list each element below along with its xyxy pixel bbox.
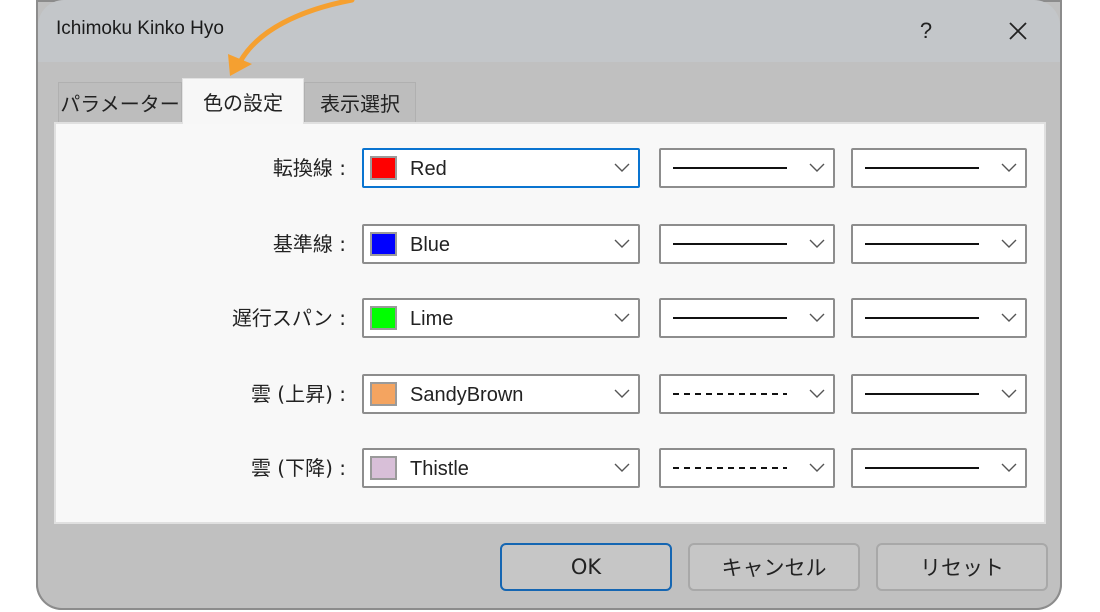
color-name: Blue [410,234,451,256]
line-style-select[interactable] [659,298,835,338]
line-style-select[interactable] [659,448,835,488]
color-select[interactable]: Blue [362,224,640,264]
chevron-down-icon [614,463,630,472]
color-name: Red [410,158,447,180]
color-select[interactable]: Red [362,148,640,188]
color-swatch [370,306,397,330]
row-label: 雲 (下降) : [250,456,346,480]
solid-line-icon [865,317,979,319]
ok-button[interactable]: OK [500,543,672,591]
reset-button[interactable]: リセット [876,543,1048,591]
color-swatch [370,156,397,180]
solid-line-icon [865,393,979,395]
title-bar: Ichimoku Kinko Hyo ? [38,0,1060,62]
color-settings-panel: 転換線 : Red 基準線 : Blue 遅行スパン : Lime 雲 (上昇) : Sand… [54,122,1046,524]
window-title: Ichimoku Kinko Hyo [56,18,224,39]
color-name: SandyBrown [410,384,524,406]
dialog-window: Ichimoku Kinko Hyo ? パラメーター 色の設定 表示選択 転換… [36,0,1062,610]
chevron-down-icon [614,389,630,398]
chevron-down-icon [614,239,630,248]
chevron-down-icon [1001,463,1017,472]
solid-line-icon [865,243,979,245]
solid-line-icon [673,317,787,319]
chevron-down-icon [1001,313,1017,322]
tab-visualization[interactable]: 表示選択 [304,82,416,122]
close-button[interactable] [998,14,1038,48]
row-label: 雲 (上昇) : [250,382,346,406]
color-row: 雲 (下降) : Thistle [56,448,1044,488]
chevron-down-icon [809,239,825,248]
color-row: 遅行スパン : Lime [56,298,1044,338]
dashed-line-icon [673,467,787,469]
color-swatch [370,232,397,256]
solid-line-icon [865,467,979,469]
row-label: 基準線 : [272,232,346,256]
line-width-select[interactable] [851,448,1027,488]
dashed-line-icon [673,393,787,395]
chevron-down-icon [809,163,825,172]
solid-line-icon [673,167,787,169]
row-label: 転換線 : [272,156,346,180]
color-row: 転換線 : Red [56,148,1044,188]
color-swatch [370,456,397,480]
line-style-select[interactable] [659,224,835,264]
row-label: 遅行スパン : [231,306,346,330]
line-width-select[interactable] [851,148,1027,188]
color-name: Lime [410,308,454,330]
chevron-down-icon [809,313,825,322]
line-width-select[interactable] [851,224,1027,264]
cancel-button[interactable]: キャンセル [688,543,860,591]
line-style-select[interactable] [659,374,835,414]
tab-color-settings[interactable]: 色の設定 [182,78,304,124]
line-style-select[interactable] [659,148,835,188]
chevron-down-icon [614,313,630,322]
solid-line-icon [673,243,787,245]
close-icon [1009,22,1027,40]
chevron-down-icon [1001,163,1017,172]
tab-parameters[interactable]: パラメーター [58,82,182,122]
help-button[interactable]: ? [906,14,946,48]
line-width-select[interactable] [851,374,1027,414]
color-row: 雲 (上昇) : SandyBrown [56,374,1044,414]
color-swatch [370,382,397,406]
chevron-down-icon [809,389,825,398]
chevron-down-icon [1001,389,1017,398]
chevron-down-icon [1001,239,1017,248]
color-select[interactable]: SandyBrown [362,374,640,414]
solid-line-icon [865,167,979,169]
color-select[interactable]: Thistle [362,448,640,488]
color-name: Thistle [410,458,469,480]
color-select[interactable]: Lime [362,298,640,338]
chevron-down-icon [614,163,630,172]
chevron-down-icon [809,463,825,472]
color-row: 基準線 : Blue [56,224,1044,264]
line-width-select[interactable] [851,298,1027,338]
